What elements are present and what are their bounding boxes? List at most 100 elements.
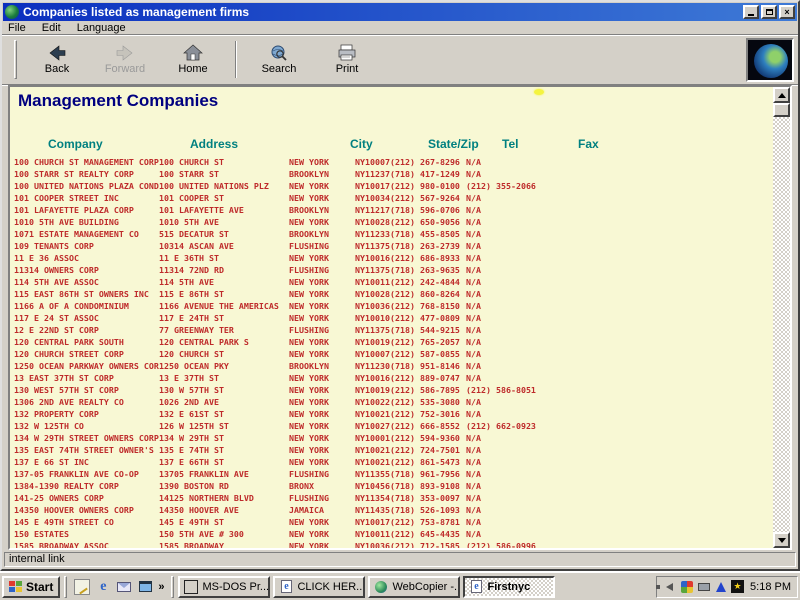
quick-launch: e » — [71, 579, 167, 595]
table-row: 12 E 22ND ST CORP77 GREENWAY TERFLUSHING… — [14, 324, 770, 336]
menu-language[interactable]: Language — [77, 22, 126, 34]
table-row: 14350 HOOVER OWNERS CORP14350 HOOVER AVE… — [14, 504, 770, 516]
taskbar-divider — [64, 576, 67, 598]
back-label: Back — [45, 63, 69, 75]
header-company: Company — [48, 137, 103, 151]
table-row: 1010 5TH AVE BUILDING1010 5TH AVENEW YOR… — [14, 216, 770, 228]
titlebar[interactable]: Companies listed as management firms × — [3, 3, 797, 21]
toolbar-separator — [235, 41, 237, 78]
ie-page-icon: e — [279, 580, 293, 594]
display-settings-icon[interactable] — [680, 580, 693, 593]
taskbar: Start e » MS-DOS Pr... e CLICK HER... We… — [0, 571, 800, 600]
print-button[interactable]: Print — [313, 37, 381, 82]
table-row: 134 W 29TH STREET OWNERS CORP134 W 29TH … — [14, 432, 770, 444]
table-row: 1306 2ND AVE REALTY CO1026 2ND AVENEW YO… — [14, 396, 770, 408]
table-row: 100 STARR ST REALTY CORP100 STARR STBROO… — [14, 168, 770, 180]
table-row: 11314 OWNERS CORP11314 72ND RDFLUSHINGNY… — [14, 264, 770, 276]
task-label: CLICK HER... — [297, 581, 365, 593]
globe-logo — [746, 38, 794, 82]
table-row: 117 E 24 ST ASSOC117 E 24TH STNEW YORKNY… — [14, 312, 770, 324]
table-row: 145 E 49TH STREET CO145 E 49TH STNEW YOR… — [14, 516, 770, 528]
table-row: 120 CHURCH STREET CORP120 CHURCH STNEW Y… — [14, 348, 770, 360]
table-row: 130 WEST 57TH ST CORP130 W 57TH STNEW YO… — [14, 384, 770, 396]
msdos-icon — [184, 580, 198, 594]
vertical-scrollbar[interactable] — [773, 87, 790, 548]
internet-explorer-icon[interactable]: e — [95, 579, 111, 595]
toolbar: Back Forward Home Search — [2, 35, 798, 85]
table-row: 11 E 36 ASSOC11 E 36TH STNEW YORKNY10016… — [14, 252, 770, 264]
app-icon — [5, 5, 19, 19]
table-row: 137-05 FRANKLIN AVE CO-OP13705 FRANKLIN … — [14, 468, 770, 480]
mail-icon[interactable] — [116, 579, 132, 595]
task-label: MS-DOS Pr... — [202, 581, 269, 593]
forward-arrow-icon — [114, 44, 136, 62]
channels-icon[interactable] — [137, 579, 153, 595]
task-firstnyc[interactable]: e Firstnyc — [463, 576, 555, 598]
table-row: 100 CHURCH ST MANAGEMENT CORP100 CHURCH … — [14, 156, 770, 168]
sparkle-mark — [534, 89, 544, 95]
printer-tray-icon[interactable] — [697, 580, 710, 593]
restore-button[interactable] — [761, 5, 777, 19]
table-row: 132 PROPERTY CORP132 E 61ST STNEW YORKNY… — [14, 408, 770, 420]
table-row: 141-25 OWNERS CORP14125 NORTHERN BLVDFLU… — [14, 492, 770, 504]
window-title: Companies listed as management firms — [23, 5, 741, 19]
table-row: 150 ESTATES150 5TH AVE # 300NEW YORKNY10… — [14, 528, 770, 540]
menu-edit[interactable]: Edit — [42, 22, 61, 34]
forward-label: Forward — [105, 63, 145, 75]
windows-logo-icon — [9, 581, 23, 593]
table-body: 100 CHURCH ST MANAGEMENT CORP100 CHURCH … — [14, 156, 770, 550]
statusbar: internal link — [2, 550, 798, 569]
task-msdos[interactable]: MS-DOS Pr... — [178, 576, 270, 598]
scroll-down-button[interactable] — [773, 532, 790, 548]
table-row: 1071 ESTATE MANAGEMENT CO515 DECATUR STB… — [14, 228, 770, 240]
task-click-here[interactable]: e CLICK HER... — [273, 576, 365, 598]
search-label: Search — [262, 63, 297, 75]
volume-icon[interactable] — [663, 580, 676, 593]
clock: 5:18 PM — [750, 581, 791, 593]
table-row: 13 EAST 37TH ST CORP13 E 37TH STNEW YORK… — [14, 372, 770, 384]
show-desktop-icon[interactable] — [74, 579, 90, 595]
task-webcopier[interactable]: WebCopier -... — [368, 576, 460, 598]
minimize-button[interactable] — [743, 5, 759, 19]
close-button[interactable]: × — [779, 5, 795, 19]
home-icon — [182, 44, 204, 62]
page-content: Management Companies Company Address Cit… — [8, 85, 792, 550]
table-row: 101 LAFAYETTE PLAZA CORP101 LAFAYETTE AV… — [14, 204, 770, 216]
header-city: City — [350, 137, 373, 151]
header-fax: Fax — [578, 137, 599, 151]
table-row: 114 5TH AVE ASSOC114 5TH AVENEW YORKNY10… — [14, 276, 770, 288]
scroll-up-button[interactable] — [773, 87, 790, 103]
scrollbar-thumb[interactable] — [773, 103, 790, 117]
browser-window: Companies listed as management firms × F… — [0, 0, 800, 571]
ie-page-icon: e — [469, 580, 483, 594]
task-label: WebCopier -... — [392, 581, 460, 593]
print-label: Print — [336, 63, 359, 75]
table-row: 101 COOPER STREET INC101 COOPER STNEW YO… — [14, 192, 770, 204]
menu-file[interactable]: File — [8, 22, 26, 34]
home-label: Home — [178, 63, 207, 75]
header-statezip: State/Zip — [428, 137, 479, 151]
back-arrow-icon — [46, 44, 68, 62]
table-row: 1250 OCEAN PARKWAY OWNERS COR1250 OCEAN … — [14, 360, 770, 372]
start-button[interactable]: Start — [2, 576, 60, 598]
back-button[interactable]: Back — [23, 37, 91, 82]
search-button[interactable]: Search — [245, 37, 313, 82]
table-row: 100 UNITED NATIONS PLAZA COND100 UNITED … — [14, 180, 770, 192]
table-row: 135 EAST 74TH STREET OWNER'S135 E 74TH S… — [14, 444, 770, 456]
taskbar-divider-2 — [171, 576, 174, 598]
print-icon — [336, 44, 358, 62]
toolbar-grip[interactable] — [14, 40, 17, 79]
forward-button[interactable]: Forward — [91, 37, 159, 82]
table-row: 115 EAST 86TH ST OWNERS INC115 E 86TH ST… — [14, 288, 770, 300]
scheduler-icon[interactable]: ★ — [731, 580, 744, 593]
task-label: Firstnyc — [487, 581, 530, 593]
table-row: 120 CENTRAL PARK SOUTH120 CENTRAL PARK S… — [14, 336, 770, 348]
menubar: File Edit Language — [2, 22, 798, 35]
home-button[interactable]: Home — [159, 37, 227, 82]
table-header-row: Company Address City State/Zip Tel Fax — [10, 137, 790, 151]
arrow-up-icon — [778, 93, 786, 98]
earth-icon — [754, 44, 788, 78]
webcopier-icon — [374, 580, 388, 594]
quick-launch-overflow-chevron[interactable]: » — [158, 581, 164, 593]
network-icon[interactable] — [714, 580, 727, 593]
